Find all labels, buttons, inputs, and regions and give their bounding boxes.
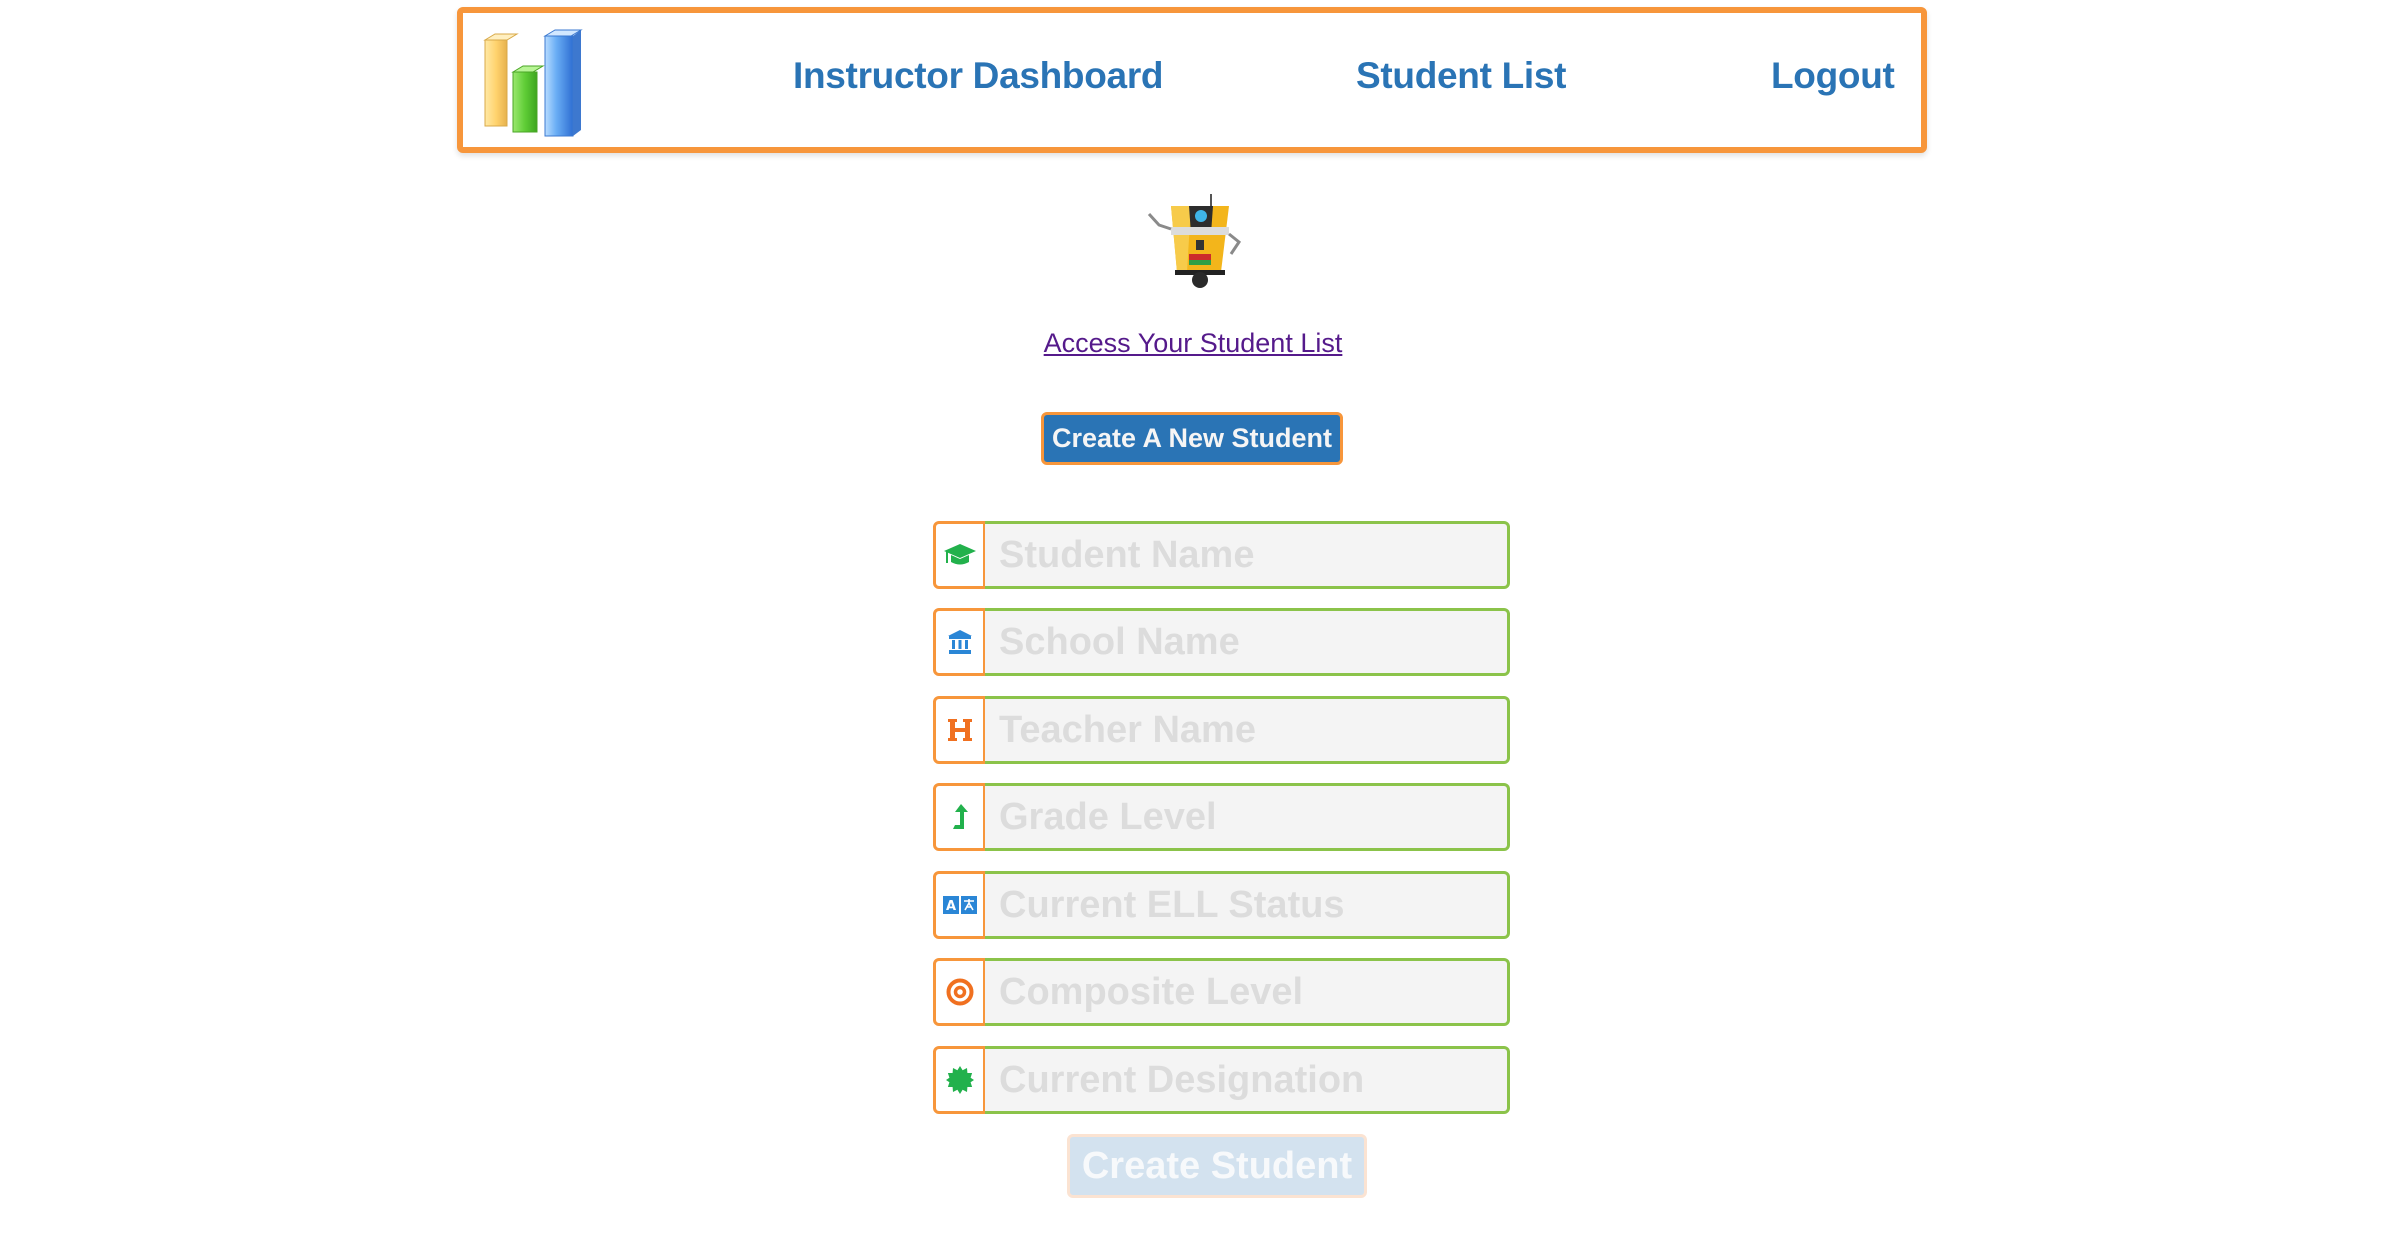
teacher-name-input[interactable] (985, 696, 1510, 764)
student-name-input[interactable] (985, 521, 1510, 589)
bar-chart-logo-icon[interactable] (483, 28, 587, 138)
current-designation-group (933, 1046, 1510, 1114)
create-student-submit-button[interactable]: Create Student (1067, 1134, 1367, 1198)
student-name-group (933, 521, 1510, 589)
ell-status-icon-box: A (933, 871, 985, 939)
certificate-badge-icon (945, 1066, 974, 1094)
header-nav-bar: Instructor Dashboard Student List Logout (457, 7, 1927, 153)
ell-status-group: A (933, 871, 1510, 939)
create-new-student-button[interactable]: Create A New Student (1041, 412, 1343, 465)
target-icon (946, 978, 973, 1006)
nav-instructor-dashboard[interactable]: Instructor Dashboard (793, 55, 1164, 97)
school-name-icon-box (933, 608, 985, 676)
university-icon (947, 630, 972, 654)
grade-level-group (933, 783, 1510, 851)
grade-level-input[interactable] (985, 783, 1510, 851)
composite-level-group (933, 958, 1510, 1026)
school-name-input[interactable] (985, 608, 1510, 676)
translate-icon: A (942, 896, 977, 914)
h-letter-icon (947, 719, 972, 741)
composite-level-input[interactable] (985, 958, 1510, 1026)
student-name-icon-box (933, 521, 985, 589)
svg-text:A: A (945, 899, 955, 914)
nav-logout[interactable]: Logout (1771, 55, 1895, 97)
current-designation-input[interactable] (985, 1046, 1510, 1114)
school-name-group (933, 608, 1510, 676)
nav-student-list[interactable]: Student List (1356, 55, 1566, 97)
teacher-name-icon-box (933, 696, 985, 764)
current-designation-icon-box (933, 1046, 985, 1114)
grade-level-icon-box (933, 783, 985, 851)
robot-mascot-icon (1147, 194, 1242, 288)
level-up-arrow-icon (952, 804, 968, 829)
composite-level-icon-box (933, 958, 985, 1026)
teacher-name-group (933, 696, 1510, 764)
access-student-list-link[interactable]: Access Your Student List (1042, 328, 1344, 359)
graduation-cap-icon (943, 544, 976, 565)
ell-status-input[interactable] (985, 871, 1510, 939)
